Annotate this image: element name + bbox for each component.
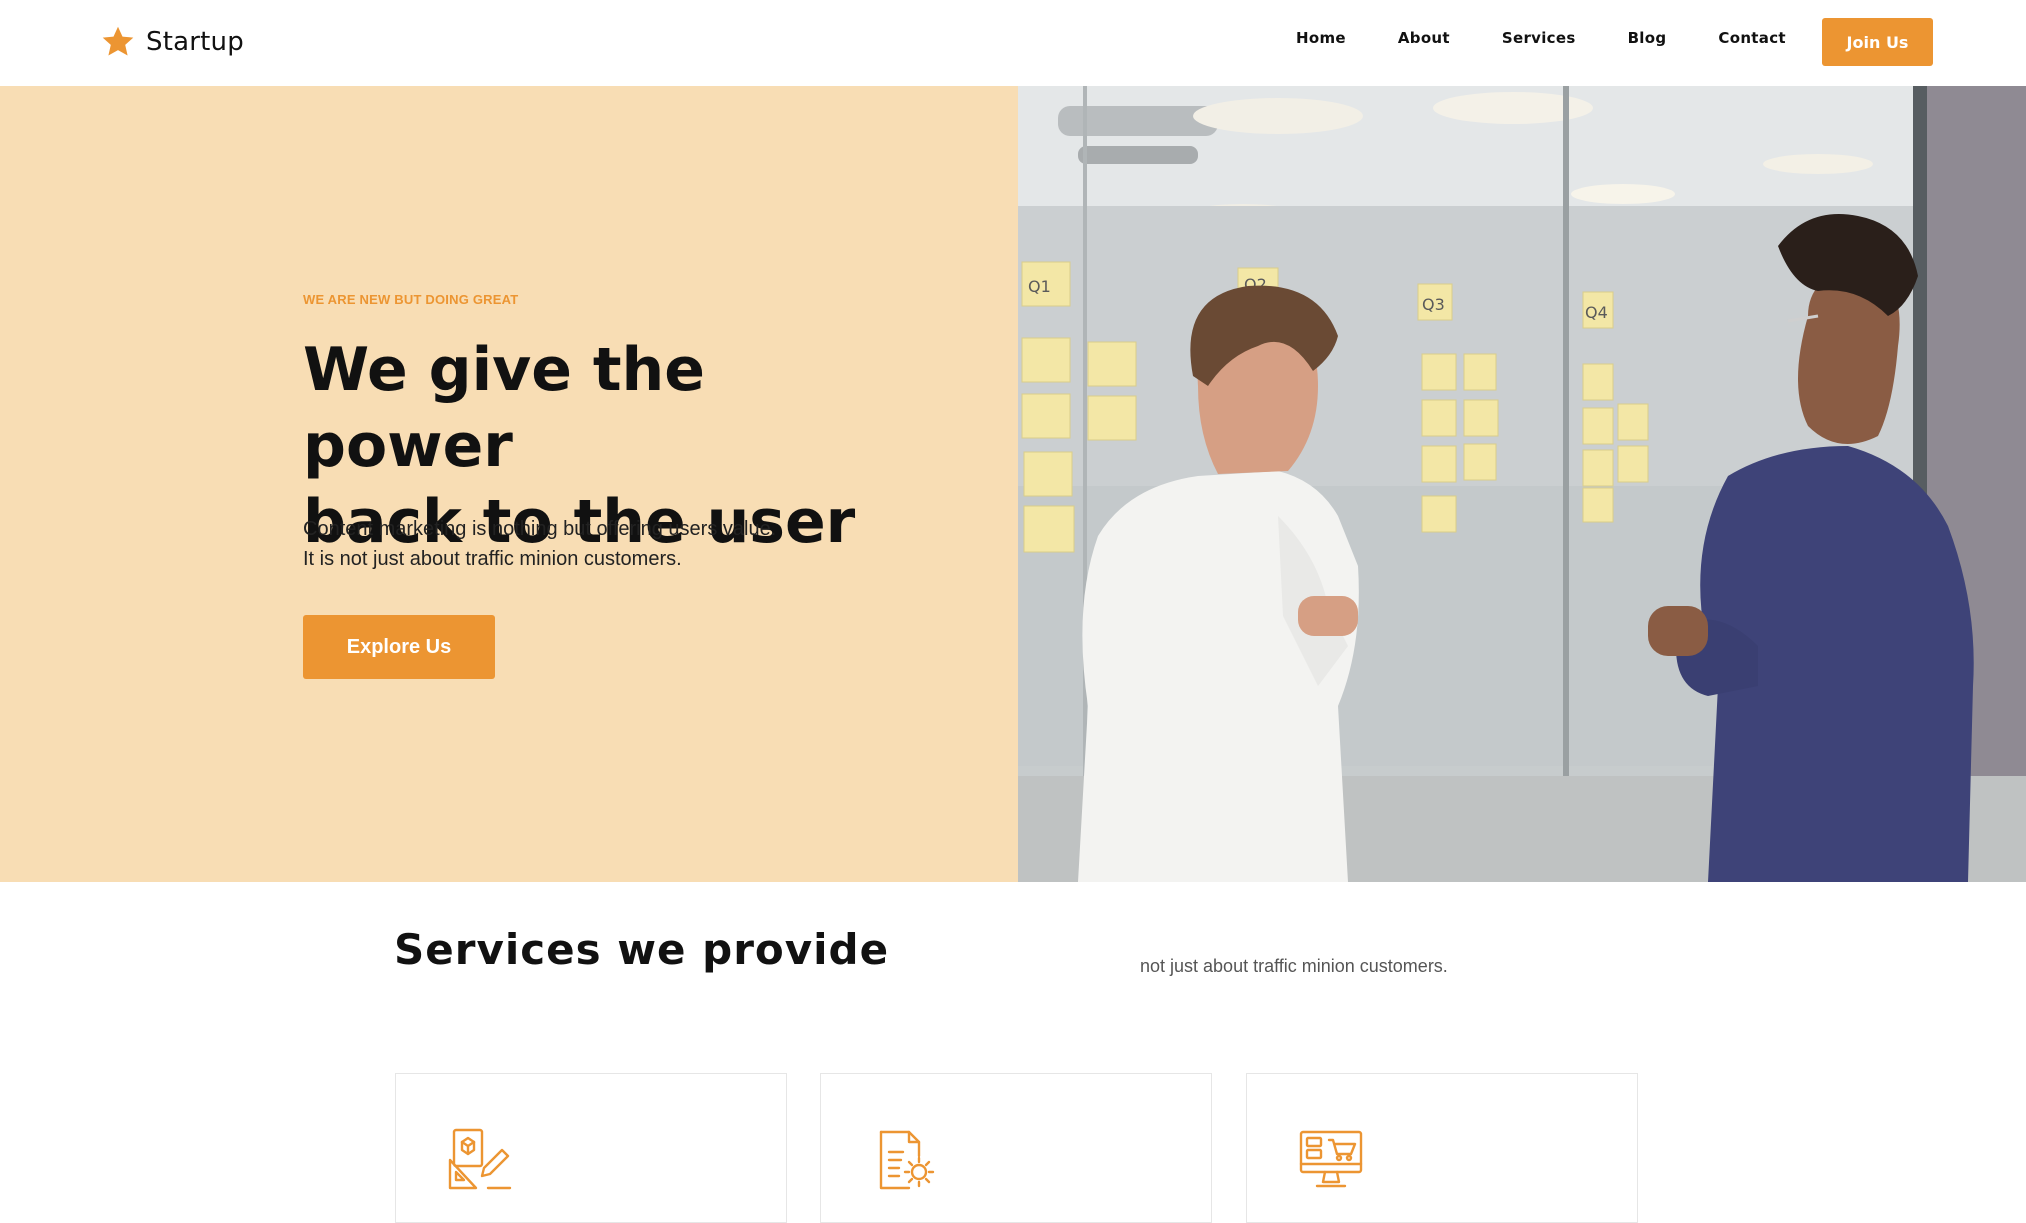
nav-services[interactable]: Services: [1502, 29, 1576, 47]
team-whiteboard-photo: Q1 Q2 Q3 Q4: [1018, 86, 2026, 882]
nav-home[interactable]: Home: [1296, 29, 1346, 47]
service-card[interactable]: [1246, 1073, 1638, 1223]
brand-name: Startup: [146, 27, 244, 57]
hero-subtitle-line2: It is not just about traffic minion cust…: [303, 548, 682, 570]
explore-us-button[interactable]: Explore Us: [303, 615, 495, 679]
photo-illustration: Q1 Q2 Q3 Q4: [1018, 86, 2026, 882]
hero-title-line1: We give the power: [303, 335, 705, 481]
navbar: Startup Home About Services Blog Contact…: [0, 0, 2026, 87]
note-q4: Q4: [1585, 303, 1608, 322]
brand-logo[interactable]: Startup: [100, 22, 244, 62]
services-title: Services we provide: [394, 925, 890, 974]
note-q3: Q3: [1422, 295, 1445, 314]
service-card[interactable]: [820, 1073, 1212, 1223]
hero-eyebrow: WE ARE NEW BUT DOING GREAT: [303, 292, 519, 307]
nav-links: Home About Services Blog Contact: [1296, 29, 1838, 47]
services-subtitle: not just about traffic minion customers.: [1140, 956, 1448, 976]
ecommerce-monitor-icon: [1299, 1130, 1363, 1188]
service-card[interactable]: [395, 1073, 787, 1223]
join-us-button[interactable]: Join Us: [1822, 18, 1933, 66]
note-q1: Q1: [1028, 277, 1051, 296]
design-tools-icon: [448, 1128, 512, 1190]
star-icon: [102, 26, 134, 56]
hero-subtitle: Content marketing is nothing but offerin…: [303, 514, 863, 574]
nav-blog[interactable]: Blog: [1628, 29, 1667, 47]
nav-about[interactable]: About: [1398, 29, 1450, 47]
nav-contact[interactable]: Contact: [1718, 29, 1785, 47]
hero-subtitle-line1: Content marketing is nothing but offerin…: [303, 518, 777, 540]
document-settings-icon: [879, 1130, 935, 1190]
